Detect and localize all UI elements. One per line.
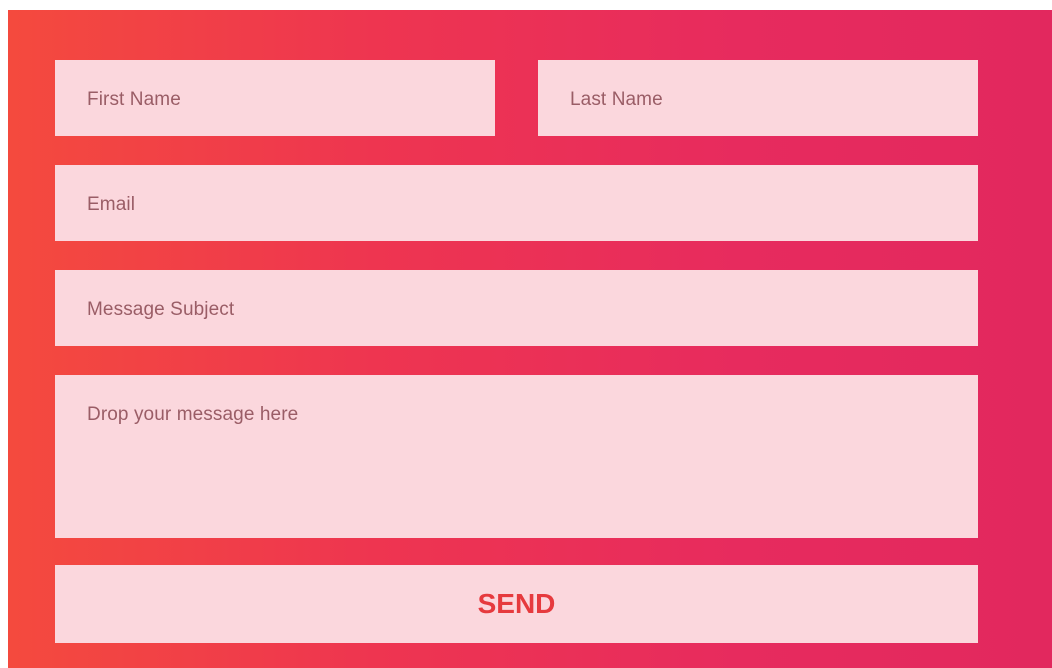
last-name-placeholder: Last Name <box>570 89 663 110</box>
message-subject-field[interactable]: Message Subject <box>55 270 978 346</box>
first-name-placeholder: First Name <box>87 89 181 110</box>
email-placeholder: Email <box>87 194 136 215</box>
last-name-field[interactable]: Last Name <box>538 60 978 136</box>
message-placeholder: Drop your message here <box>87 404 299 425</box>
contact-form-panel: First Name Last Name Email Message Subje… <box>8 10 1052 668</box>
email-field[interactable]: Email <box>55 165 978 241</box>
message-textarea[interactable]: Drop your message here <box>55 375 978 538</box>
first-name-field[interactable]: First Name <box>55 60 495 136</box>
send-button[interactable]: SEND <box>55 565 978 643</box>
message-subject-placeholder: Message Subject <box>87 299 235 320</box>
